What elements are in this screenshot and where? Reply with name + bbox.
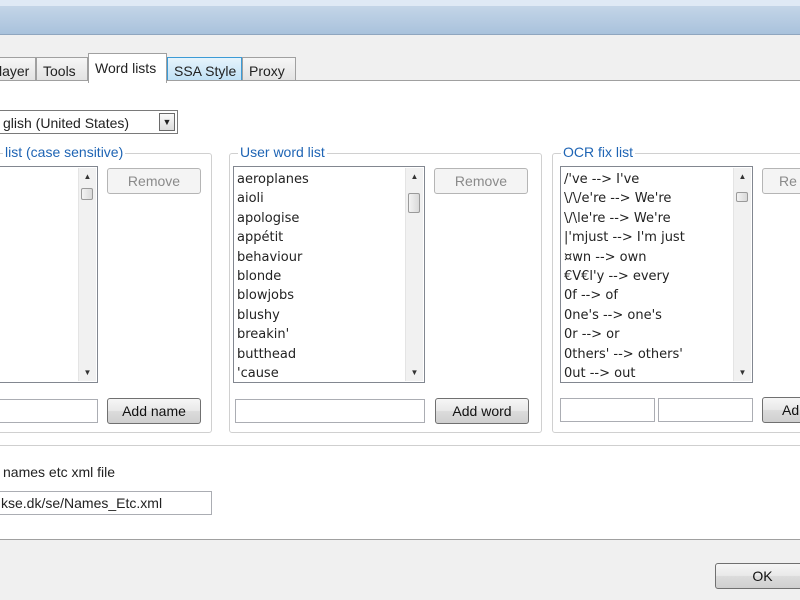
user-word-scrollbar[interactable]: ▲ ▼: [405, 168, 423, 381]
ocr-fix-scrollbar[interactable]: ▲ ▼: [733, 168, 751, 381]
scroll-down-icon[interactable]: ▼: [734, 364, 751, 381]
ocr-fix-listbox[interactable]: /'ve --> I've \/\/e're --> We're \/\le're …: [560, 166, 753, 383]
user-word-item[interactable]: appétit: [237, 228, 309, 247]
scroll-up-icon[interactable]: ▲: [406, 168, 423, 185]
language-select-value: glish (United States): [3, 115, 130, 131]
ocr-fix-item[interactable]: 0thers' --> others': [564, 345, 685, 364]
scroll-thumb[interactable]: [736, 192, 748, 202]
user-word-item[interactable]: blonde: [237, 267, 309, 286]
add-name-button[interactable]: Add name: [107, 398, 201, 424]
xml-url-input[interactable]: kse.dk/se/Names_Etc.xml: [0, 491, 212, 515]
scroll-up-icon[interactable]: ▲: [79, 168, 96, 185]
section-divider: [0, 445, 800, 446]
tab-tools[interactable]: Tools: [36, 57, 88, 81]
tab-label: Tools: [43, 63, 76, 79]
ocr-fix-item[interactable]: 0f --> of: [564, 286, 685, 305]
ocr-add-button[interactable]: Ad: [762, 397, 800, 423]
names-listbox[interactable]: ▲ ▼: [0, 166, 98, 383]
user-word-item[interactable]: butthead: [237, 345, 309, 364]
names-remove-button[interactable]: Remove: [107, 168, 201, 194]
ocr-fix-item[interactable]: \/\/e're --> We're: [564, 189, 685, 208]
tab-strip: layer Tools Word lists SSA Style Proxy: [0, 53, 800, 83]
user-word-item[interactable]: blowjobs: [237, 286, 309, 305]
user-word-item[interactable]: apologise: [237, 209, 309, 228]
user-word-item[interactable]: blushy: [237, 306, 309, 325]
ocr-fix-item[interactable]: €V€l'y --> every: [564, 267, 685, 286]
tab-proxy[interactable]: Proxy: [242, 57, 296, 81]
ocr-fix-item[interactable]: 0r --> or: [564, 325, 685, 344]
ok-button[interactable]: OK: [715, 563, 800, 589]
ocr-fix-item[interactable]: 0ne's --> one's: [564, 306, 685, 325]
ocr-fix-item[interactable]: |'mjust --> I'm just: [564, 228, 685, 247]
scroll-down-icon[interactable]: ▼: [79, 364, 96, 381]
tab-ssa-style[interactable]: SSA Style: [167, 57, 242, 81]
window-titlebar: [0, 0, 800, 35]
tab-label: SSA Style: [174, 63, 237, 79]
tab-label: layer: [0, 63, 30, 79]
tab-player[interactable]: layer: [0, 57, 36, 81]
xml-file-label: names etc xml file: [3, 464, 116, 480]
ocr-replace-input[interactable]: [658, 398, 753, 422]
add-word-button[interactable]: Add word: [435, 398, 529, 424]
user-word-add-input[interactable]: [235, 399, 425, 423]
user-word-group-title: User word list: [238, 144, 327, 160]
user-word-item[interactable]: breakin': [237, 325, 309, 344]
scroll-thumb[interactable]: [81, 188, 93, 200]
names-scrollbar[interactable]: ▲ ▼: [78, 168, 96, 381]
chevron-down-icon[interactable]: ▼: [159, 113, 175, 131]
ocr-fix-group-title: OCR fix list: [561, 144, 635, 160]
tab-label: Word lists: [95, 60, 157, 76]
ocr-fix-list: /'ve --> I've \/\/e're --> We're \/\le're …: [564, 170, 685, 382]
user-word-item[interactable]: behaviour: [237, 248, 309, 267]
scroll-down-icon[interactable]: ▼: [406, 364, 423, 381]
names-group-title: list (case sensitive): [3, 144, 126, 160]
scroll-thumb[interactable]: [408, 193, 420, 213]
language-select[interactable]: glish (United States) ▼: [0, 110, 178, 134]
tab-word-lists[interactable]: Word lists: [88, 53, 167, 83]
user-word-item[interactable]: aioli: [237, 189, 309, 208]
user-word-item[interactable]: 'cause: [237, 364, 309, 382]
ocr-fix-item[interactable]: 0ut --> out: [564, 364, 685, 382]
ocr-fix-item[interactable]: /'ve --> I've: [564, 170, 685, 189]
ocr-find-input[interactable]: [560, 398, 655, 422]
ocr-remove-button[interactable]: Re: [762, 168, 800, 194]
names-add-input[interactable]: [0, 399, 98, 423]
ocr-fix-item[interactable]: \/\le're --> We're: [564, 209, 685, 228]
ocr-fix-item[interactable]: ¤wn --> own: [564, 248, 685, 267]
user-word-listbox[interactable]: aeroplanes aioli apologise appétit behaviour…: [233, 166, 425, 383]
scroll-up-icon[interactable]: ▲: [734, 168, 751, 185]
user-word-list: aeroplanes aioli apologise appétit behaviour…: [237, 170, 309, 382]
user-word-remove-button[interactable]: Remove: [434, 168, 528, 194]
user-word-item[interactable]: aeroplanes: [237, 170, 309, 189]
tab-label: Proxy: [249, 63, 285, 79]
